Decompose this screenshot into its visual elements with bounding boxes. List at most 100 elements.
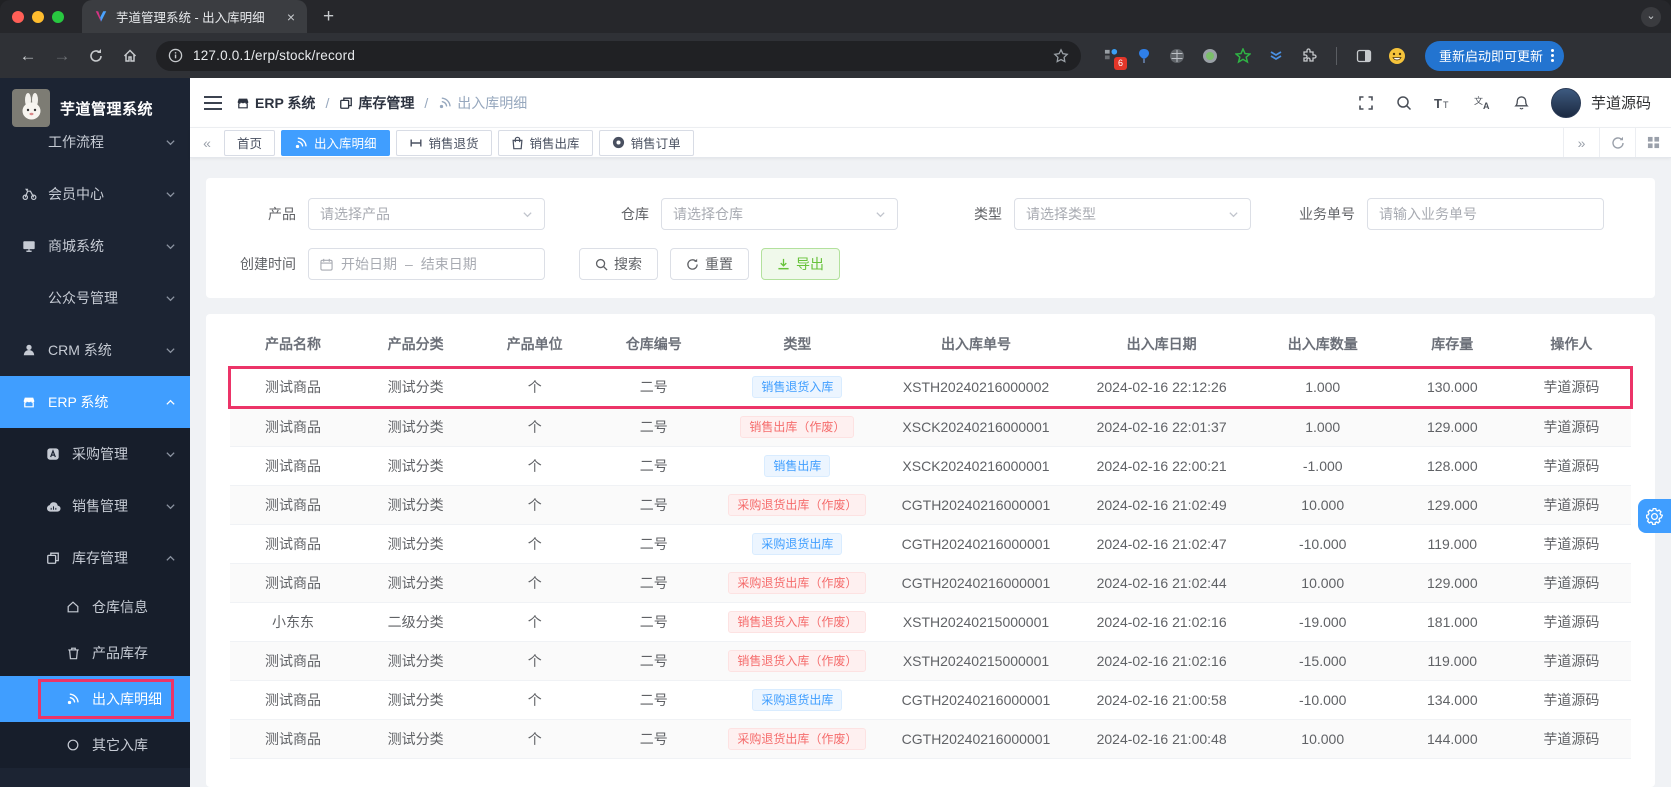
sidebar-item-销售管理[interactable]: 销售管理 bbox=[0, 480, 190, 532]
search-icon[interactable] bbox=[1396, 95, 1412, 111]
search-icon bbox=[595, 258, 608, 271]
table-row[interactable]: 测试商品 测试分类个二号 销售出库 XSCK20240216000001 2024-02… bbox=[230, 446, 1631, 486]
sidebar-item-库存管理[interactable]: 库存管理 bbox=[0, 532, 190, 584]
page-tab-label: 销售退货 bbox=[428, 137, 479, 151]
page-tab-销售退货[interactable]: 销售退货 bbox=[395, 129, 492, 156]
site-info-icon[interactable] bbox=[168, 48, 183, 63]
expand-right-icon[interactable]: » bbox=[1563, 128, 1599, 157]
tabs-scroll-left-icon[interactable]: « bbox=[190, 135, 224, 151]
sidebar-item-其它入库[interactable]: 其它入库 bbox=[0, 722, 190, 768]
sidebar-item-会员中心[interactable]: 会员中心 bbox=[0, 168, 190, 220]
breadcrumb-label: 出入库明细 bbox=[457, 94, 528, 111]
translate-icon[interactable]: 文A bbox=[1474, 95, 1492, 110]
cell-product: 测试商品 bbox=[230, 485, 357, 525]
table-row[interactable]: 测试商品 测试分类个二号 采购退货出库 CGTH20240216000001 2024-… bbox=[230, 524, 1631, 564]
product-select[interactable]: 请选择产品 bbox=[308, 198, 545, 230]
svg-text:T: T bbox=[1434, 96, 1442, 110]
column-header-库存量: 库存量 bbox=[1431, 336, 1474, 352]
sidebar-item-ERP 系统[interactable]: ERP 系统 bbox=[0, 376, 190, 428]
refresh-icon[interactable] bbox=[1599, 128, 1635, 157]
balloon-extension-icon[interactable] bbox=[1134, 46, 1154, 66]
table-row[interactable]: 测试商品 测试分类个二号 采购退货出库（作废） CGTH20240216000001 2… bbox=[230, 719, 1631, 759]
browser-tab[interactable]: 芋道管理系统 - 出入库明细 × bbox=[82, 0, 307, 33]
reload-icon[interactable] bbox=[82, 42, 110, 70]
browser-menu-kebab-icon[interactable] bbox=[1551, 49, 1555, 62]
side-panel-icon[interactable] bbox=[1354, 46, 1374, 66]
grid-icon[interactable] bbox=[1635, 128, 1671, 157]
page-tab-首页[interactable]: 首页 bbox=[224, 129, 276, 156]
search-button-label: 搜索 bbox=[614, 256, 642, 272]
sidebar-item-产品库存[interactable]: 产品库存 bbox=[0, 630, 190, 676]
page-tab-出入库明细[interactable]: 出入库明细 bbox=[281, 129, 390, 156]
table-row[interactable]: 测试商品 测试分类个二号 销售退货入库 XSTH20240216000002 2024-… bbox=[228, 366, 1633, 409]
export-button[interactable]: 导出 bbox=[761, 248, 840, 280]
biz-no-input[interactable] bbox=[1367, 198, 1604, 230]
profile-emoji-icon[interactable] bbox=[1387, 46, 1407, 66]
date-range-picker[interactable]: 开始日期 – 结束日期 bbox=[308, 248, 545, 280]
cell-operator: 芋道源码 bbox=[1511, 563, 1631, 603]
type-select[interactable]: 请选择类型 bbox=[1014, 198, 1251, 230]
cell-type: 销售退货入库 bbox=[713, 368, 882, 408]
fullscreen-icon[interactable] bbox=[1358, 95, 1374, 111]
page-tab-label: 出入库明细 bbox=[314, 137, 377, 151]
site-favicon bbox=[94, 10, 108, 23]
window-close-button[interactable] bbox=[12, 10, 24, 23]
page-tab-销售出库[interactable]: 销售出库 bbox=[497, 129, 593, 156]
blue-chevrons-extension-icon[interactable] bbox=[1266, 46, 1286, 66]
window-zoom-button[interactable] bbox=[52, 10, 64, 23]
green-star-extension-icon[interactable] bbox=[1233, 46, 1253, 66]
forward-icon[interactable]: → bbox=[48, 42, 76, 70]
date-end-placeholder: 结束日期 bbox=[420, 256, 477, 272]
table-row[interactable]: 测试商品 测试分类个二号 采购退货出库（作废） CGTH20240216000001 2… bbox=[230, 563, 1631, 603]
cell-operator: 芋道源码 bbox=[1511, 719, 1631, 759]
cell-unit: 个 bbox=[475, 680, 595, 720]
home-icon[interactable] bbox=[116, 42, 144, 70]
table-row[interactable]: 测试商品 测试分类个二号 销售退货入库（作废） XSTH20240215000001 2… bbox=[230, 641, 1631, 681]
search-button[interactable]: 搜索 bbox=[579, 248, 658, 280]
outbound-icon bbox=[511, 136, 524, 150]
sidebar-item-CRM 系统[interactable]: CRM 系统 bbox=[0, 324, 190, 376]
breadcrumb-item-ERP 系统[interactable]: ERP 系统 bbox=[236, 93, 315, 113]
tab-close-icon[interactable]: × bbox=[287, 9, 295, 25]
breadcrumb-item-出入库明细[interactable]: 出入库明细 bbox=[438, 93, 527, 113]
bookmark-star-icon[interactable] bbox=[1053, 47, 1069, 64]
table-row[interactable]: 测试商品 测试分类个二号 采购退货出库（作废） CGTH20240216000001 2… bbox=[230, 485, 1631, 525]
back-icon[interactable]: ← bbox=[14, 42, 42, 70]
chevron-up-icon bbox=[165, 553, 176, 564]
bell-icon[interactable] bbox=[1514, 95, 1529, 111]
cell-type: 销售出库 bbox=[713, 446, 882, 486]
cell-type: 采购退货出库（作废） bbox=[713, 563, 882, 603]
font-size-icon[interactable]: TT bbox=[1434, 96, 1452, 110]
breadcrumb-item-库存管理[interactable]: 库存管理 bbox=[339, 93, 414, 113]
extensions-puzzle-icon[interactable] bbox=[1299, 46, 1319, 66]
sidebar-item-仓库信息[interactable]: 仓库信息 bbox=[0, 584, 190, 630]
table-row[interactable]: 测试商品 测试分类个二号 采购退货出库 CGTH20240216000001 2024-… bbox=[230, 680, 1631, 720]
window-minimize-button[interactable] bbox=[32, 10, 44, 23]
sidebar-item-出入库明细[interactable]: 出入库明细 bbox=[0, 676, 190, 722]
table-row[interactable]: 测试商品 测试分类个二号 销售出库（作废） XSCK20240216000001 202… bbox=[230, 407, 1631, 447]
cell-no: XSCK20240216000001 bbox=[881, 407, 1071, 447]
dark-globe-extension-icon[interactable] bbox=[1167, 46, 1187, 66]
collapse-menu-icon[interactable] bbox=[204, 95, 222, 111]
table-row[interactable]: 小东东 二级分类个二号 销售退货入库（作废） XSTH20240215000001 20… bbox=[230, 602, 1631, 642]
restart-update-button[interactable]: 重新启动即可更新 bbox=[1425, 40, 1565, 71]
sidebar-item-商城系统[interactable]: 商城系统 bbox=[0, 220, 190, 272]
extension-blocks-icon[interactable]: 6 bbox=[1101, 46, 1127, 70]
address-bar[interactable]: 127.0.0.1/erp/stock/record bbox=[156, 40, 1081, 71]
new-tab-button[interactable]: + bbox=[323, 6, 334, 28]
username[interactable]: 芋道源码 bbox=[1591, 92, 1651, 113]
theme-settings-button[interactable] bbox=[1638, 499, 1671, 533]
app-logo-row[interactable]: 芋道管理系统 bbox=[0, 78, 190, 130]
column-header-出入库单号: 出入库单号 bbox=[940, 336, 1011, 352]
sidebar-item-采购管理[interactable]: 采购管理 bbox=[0, 428, 190, 480]
content-area: 产品 请选择产品 仓库 请选择仓库 类型 请选择类型 业务单号 请输入业务单号 … bbox=[190, 158, 1671, 787]
green-circle-extension-icon[interactable] bbox=[1200, 46, 1220, 66]
reset-button[interactable]: 重置 bbox=[670, 248, 749, 280]
user-avatar[interactable] bbox=[1550, 87, 1581, 118]
warehouse-select[interactable]: 请选择仓库 bbox=[661, 198, 898, 230]
sidebar-item-工作流程[interactable]: 工作流程 bbox=[0, 130, 190, 168]
sidebar-item-公众号管理[interactable]: 公众号管理 bbox=[0, 272, 190, 324]
page-tab-销售订单[interactable]: 销售订单 bbox=[598, 129, 694, 156]
tab-search-chevron-icon[interactable]: ⌄ bbox=[1641, 7, 1661, 27]
cell-qty: 1.000 bbox=[1252, 368, 1393, 408]
